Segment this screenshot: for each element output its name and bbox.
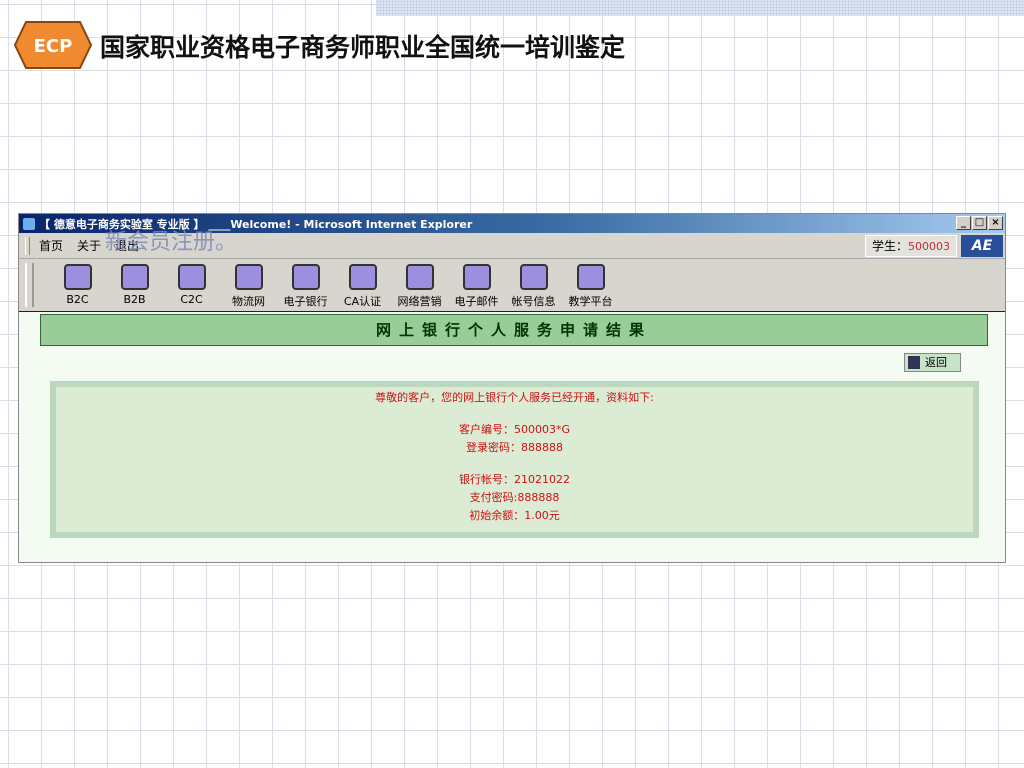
- window-title: 【 德意电子商务实验室 专业版 】 ____Welcome! - Microso…: [39, 217, 473, 231]
- return-button[interactable]: 返回: [904, 353, 961, 372]
- help-book-icon: [519, 264, 548, 290]
- truck-icon: [234, 264, 263, 290]
- menu-home[interactable]: 首页: [39, 237, 63, 254]
- browser-window: 【 德意电子商务实验室 专业版 】 ____Welcome! - Microso…: [18, 213, 1006, 563]
- student-badge: 学生：500003: [864, 235, 957, 257]
- toolbar-item-label: B2B: [123, 293, 146, 306]
- toolbar-item-label: 教学平台: [568, 295, 613, 308]
- toolbar-item-b2b[interactable]: B2B: [106, 259, 163, 311]
- toolbar-item-label: 网络营销: [397, 295, 442, 308]
- payment-password: 支付密码:888888: [469, 491, 560, 504]
- exit-door-icon: [908, 356, 920, 369]
- toolbar-item-label: CA认证: [343, 295, 382, 308]
- toolbar-item-电子银行[interactable]: 电子银行: [277, 259, 334, 311]
- toolbar-item-label: C2C: [180, 293, 203, 306]
- initial-balance: 初始余额：1.00元: [469, 509, 560, 522]
- toolbar-item-label: 物流网: [232, 295, 265, 308]
- toolbar-item-b2c[interactable]: B2C: [49, 259, 106, 311]
- folder-icon: [177, 264, 206, 290]
- return-label: 返回: [925, 356, 947, 369]
- toolbar-item-label: B2C: [66, 293, 89, 306]
- toolbar-item-c2c[interactable]: C2C: [163, 259, 220, 311]
- student-label: 学生：: [871, 239, 908, 253]
- org-chart-icon: [405, 264, 434, 290]
- network-icon: [120, 264, 149, 290]
- page-heading: 网上银行个人服务申请结果: [40, 314, 988, 346]
- toolbar-item-ca认证[interactable]: CA认证: [334, 259, 391, 311]
- toolbar-item-物流网[interactable]: 物流网: [220, 259, 277, 311]
- login-password: 登录密码：888888: [466, 441, 563, 454]
- toolbar-item-label: 电子邮件: [454, 295, 499, 308]
- toolbar-item-网络营销[interactable]: 网络营销: [391, 259, 448, 311]
- toolbar-item-label: 帐号信息: [511, 295, 556, 308]
- toolbar: B2C B2B C2C 物流网 电子银行 CA认证 网络营销 电子邮件 帐号信息 教学平台: [19, 259, 1005, 312]
- ie-icon: [23, 217, 35, 230]
- close-button[interactable]: ×: [988, 216, 1003, 230]
- minimize-button[interactable]: _: [956, 216, 971, 230]
- result-box: 尊敬的客户，您的网上银行个人服务已经开通，资料如下: 客户编号：500003*G…: [50, 381, 979, 538]
- toolbar-item-label: 电子银行: [283, 295, 328, 308]
- money-bag-icon: [291, 264, 320, 290]
- decorative-strip: [376, 0, 1024, 16]
- mail-icon: [462, 264, 491, 290]
- overlay-text: 新会员注册。: [105, 230, 238, 255]
- ae-logo: AE: [961, 235, 1003, 257]
- toolbar-item-电子邮件[interactable]: 电子邮件: [448, 259, 505, 311]
- cart-icon: [63, 264, 92, 290]
- bank-account: 银行帐号：21021022: [459, 473, 570, 486]
- maximize-button[interactable]: □: [972, 216, 987, 230]
- menu-about[interactable]: 关于: [77, 237, 101, 254]
- ecp-logo: ECP: [14, 21, 92, 69]
- toolbar-item-帐号信息[interactable]: 帐号信息: [505, 259, 562, 311]
- student-id: 500003: [908, 240, 950, 253]
- toolbar-item-教学平台[interactable]: 教学平台: [562, 259, 619, 311]
- intro-text: 尊敬的客户，您的网上银行个人服务已经开通，资料如下:: [375, 391, 654, 404]
- slide-title: 国家职业资格电子商务师职业全国统一培训鉴定: [100, 33, 626, 62]
- certificate-icon: [348, 264, 377, 290]
- customer-id: 客户编号：500003*G: [458, 423, 570, 436]
- pen-scroll-icon: [576, 264, 605, 290]
- svg-text:ECP: ECP: [34, 36, 73, 57]
